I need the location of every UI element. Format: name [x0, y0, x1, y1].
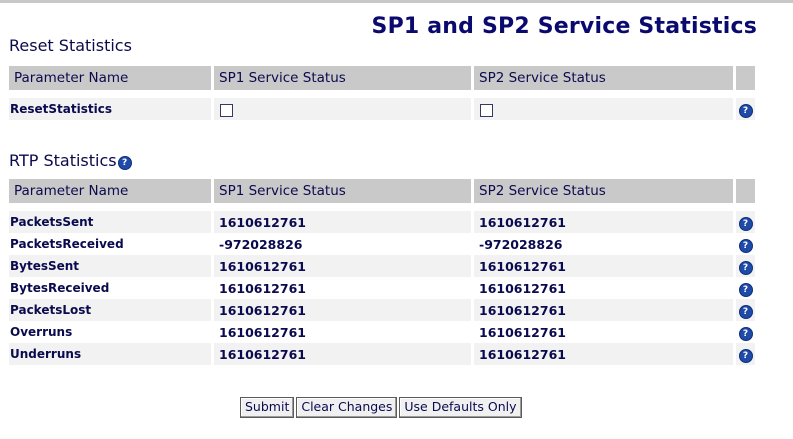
table-row: PacketsReceived -972028826 -972028826 ?: [9, 233, 755, 255]
help-icon[interactable]: ?: [738, 304, 753, 319]
help-cell: ?: [736, 211, 755, 233]
rtp-table-header: Parameter Name SP1 Service Status SP2 Se…: [9, 179, 755, 203]
table-row: PacketsLost 1610612761 1610612761 ?: [9, 299, 755, 321]
sp1-reset-checkbox[interactable]: [220, 103, 233, 117]
sp1-value: 1610612761: [214, 277, 474, 299]
table-row: BytesReceived 1610612761 1610612761 ?: [9, 277, 755, 299]
sp2-value: 1610612761: [474, 211, 736, 233]
help-cell: ?: [736, 98, 755, 120]
rtp-statistics-heading: RTP Statistics?: [9, 151, 132, 170]
parameter-name: BytesReceived: [9, 277, 214, 299]
table-row: PacketsSent 1610612761 1610612761 ?: [9, 211, 755, 233]
sp1-value: 1610612761: [214, 299, 474, 321]
sp2-value: 1610612761: [474, 255, 736, 277]
help-icon[interactable]: ?: [738, 282, 753, 297]
help-cell: ?: [736, 299, 755, 321]
parameter-name: ResetStatistics: [9, 98, 214, 120]
column-header-help: [736, 66, 755, 90]
clear-changes-button[interactable]: Clear Changes: [296, 397, 398, 418]
column-header-parameter-name: Parameter Name: [9, 179, 214, 203]
help-icon[interactable]: ?: [738, 216, 753, 231]
table-row: Underruns 1610612761 1610612761 ?: [9, 343, 755, 365]
sp1-value: 1610612761: [214, 321, 474, 343]
sp2-value: 1610612761: [474, 321, 736, 343]
column-header-help: [736, 179, 755, 203]
help-icon[interactable]: ?: [738, 348, 753, 363]
sp2-value: 1610612761: [474, 299, 736, 321]
help-cell: ?: [736, 255, 755, 277]
sp1-value: -972028826: [214, 233, 474, 255]
sp2-value: 1610612761: [474, 343, 736, 365]
table-row: Overruns 1610612761 1610612761 ?: [9, 321, 755, 343]
column-header-sp2-status: SP2 Service Status: [474, 66, 736, 90]
reset-table-header: Parameter Name SP1 Service Status SP2 Se…: [9, 66, 755, 90]
sp2-value: 1610612761: [474, 277, 736, 299]
use-defaults-only-button[interactable]: Use Defaults Only: [399, 397, 522, 418]
submit-button[interactable]: Submit: [240, 397, 295, 418]
parameter-name: PacketsSent: [9, 211, 214, 233]
top-border: [0, 0, 793, 3]
help-icon[interactable]: ?: [117, 156, 132, 170]
column-header-sp2-status: SP2 Service Status: [474, 179, 736, 203]
help-icon[interactable]: ?: [738, 238, 753, 253]
help-icon[interactable]: ?: [738, 260, 753, 275]
page-title: SP1 and SP2 Service Statistics: [371, 14, 757, 39]
sp1-value: 1610612761: [214, 343, 474, 365]
sp1-reset-cell: [214, 98, 474, 120]
reset-statistics-heading: Reset Statistics: [9, 36, 132, 55]
column-header-parameter-name: Parameter Name: [9, 66, 214, 90]
sp2-reset-cell: [474, 98, 736, 120]
sp1-value: 1610612761: [214, 211, 474, 233]
help-cell: ?: [736, 233, 755, 255]
help-icon[interactable]: ?: [738, 326, 753, 341]
action-buttons: Submit Clear Changes Use Defaults Only: [240, 397, 522, 418]
sp2-value: -972028826: [474, 233, 736, 255]
column-header-sp1-status: SP1 Service Status: [214, 66, 474, 90]
rtp-statistics-table: Parameter Name SP1 Service Status SP2 Se…: [9, 179, 755, 365]
spacer-row: [9, 90, 755, 98]
parameter-name: Underruns: [9, 343, 214, 365]
sp1-value: 1610612761: [214, 255, 474, 277]
help-cell: ?: [736, 343, 755, 365]
column-header-sp1-status: SP1 Service Status: [214, 179, 474, 203]
parameter-name: PacketsReceived: [9, 233, 214, 255]
parameter-name: BytesSent: [9, 255, 214, 277]
parameter-name: PacketsLost: [9, 299, 214, 321]
spacer-row: [9, 203, 755, 211]
help-icon[interactable]: ?: [738, 103, 753, 118]
parameter-name: Overruns: [9, 321, 214, 343]
reset-statistics-table: Parameter Name SP1 Service Status SP2 Se…: [9, 66, 755, 120]
table-row: BytesSent 1610612761 1610612761 ?: [9, 255, 755, 277]
help-cell: ?: [736, 277, 755, 299]
rtp-statistics-heading-text: RTP Statistics: [9, 151, 117, 170]
table-row: ResetStatistics ?: [9, 98, 755, 120]
sp2-reset-checkbox[interactable]: [480, 103, 493, 117]
help-cell: ?: [736, 321, 755, 343]
